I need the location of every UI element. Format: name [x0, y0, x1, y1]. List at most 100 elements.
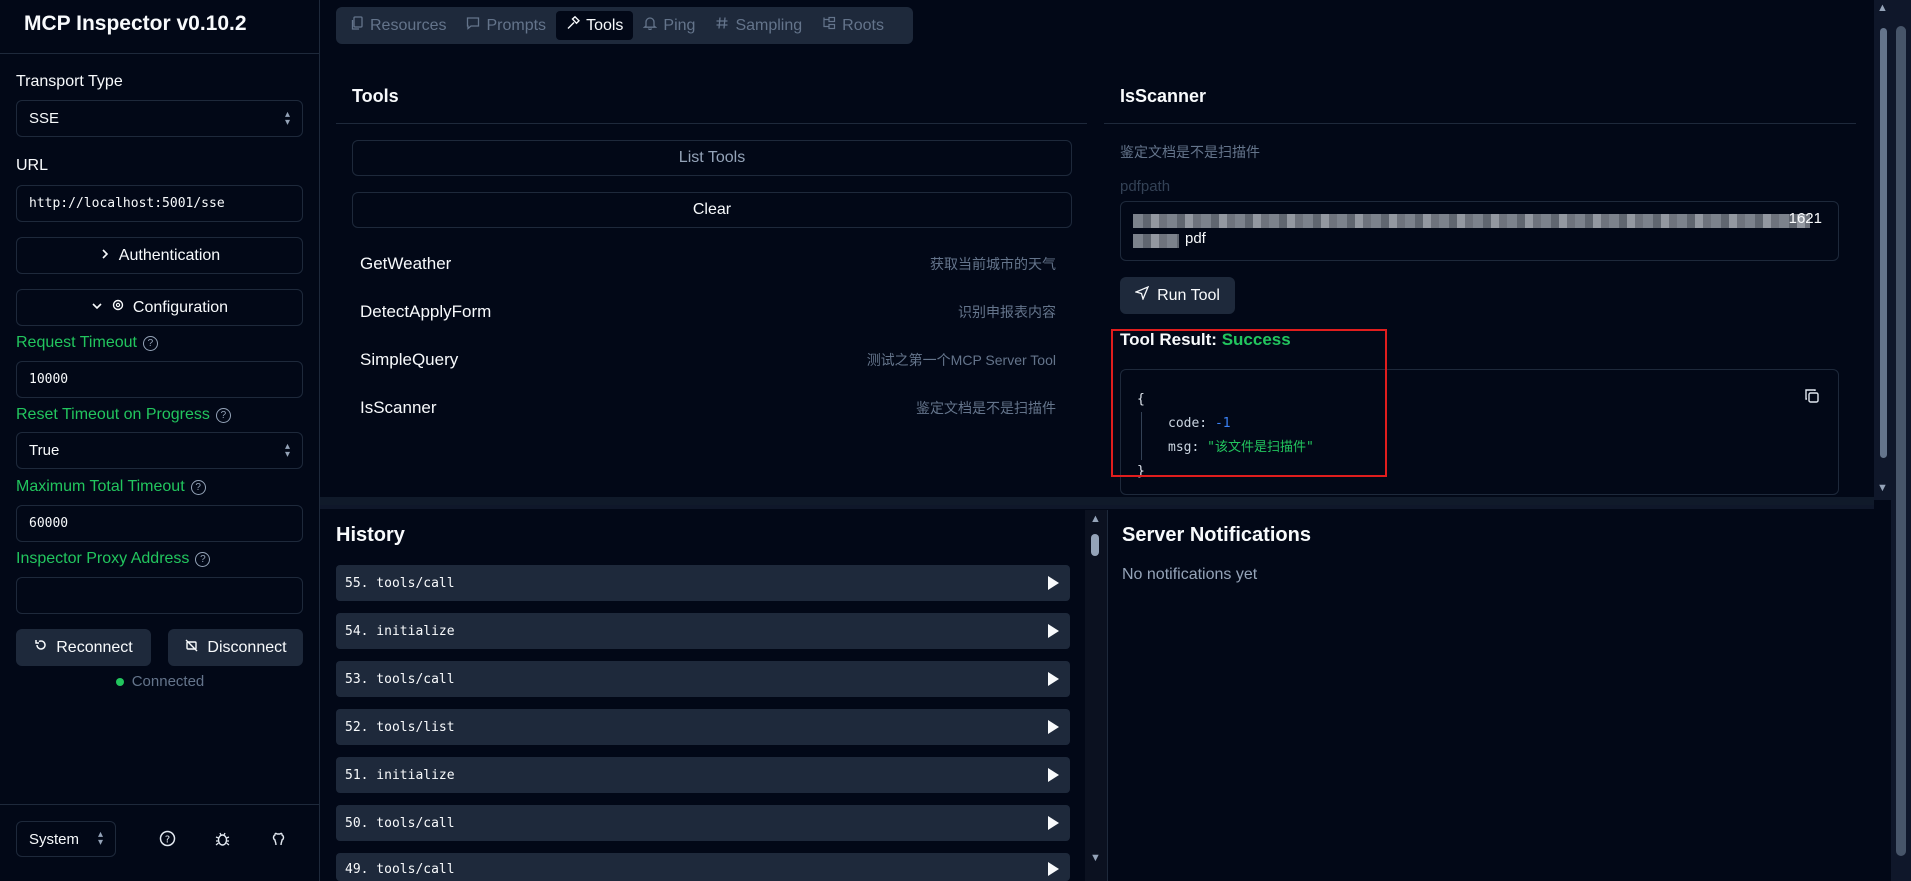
- panel-resize-handle-edge: [320, 505, 1874, 509]
- authentication-label: Authentication: [118, 246, 221, 264]
- url-input[interactable]: http://localhost:5001/sse: [16, 185, 303, 222]
- tool-result-status: Success: [1221, 330, 1291, 349]
- transport-type-value: SSE: [29, 110, 60, 127]
- history-item[interactable]: 55. tools/call: [336, 565, 1070, 601]
- scroll-up-arrow-icon[interactable]: ▲: [1877, 2, 1888, 14]
- copy-icon[interactable]: [1804, 388, 1822, 406]
- json-value-code: -1: [1214, 416, 1231, 431]
- help-circle-icon[interactable]: ?: [157, 828, 177, 848]
- status-dot-icon: [115, 677, 124, 686]
- window-scrollbar-thumb[interactable]: [1896, 26, 1906, 856]
- play-icon[interactable]: [1048, 816, 1059, 830]
- scroll-down-arrow-icon[interactable]: ▼: [1877, 482, 1888, 494]
- json-key-code: code:: [1168, 416, 1208, 431]
- tool-result-label: Tool Result:: [1120, 330, 1217, 349]
- help-icon[interactable]: ?: [190, 479, 206, 495]
- play-icon[interactable]: [1048, 624, 1059, 638]
- pdfpath-textarea[interactable]: 1621 pdf: [1120, 201, 1839, 261]
- play-icon[interactable]: [1048, 768, 1059, 782]
- tab-sampling[interactable]: Sampling: [705, 11, 812, 40]
- tool-item[interactable]: GetWeather 获取当前城市的天气: [352, 246, 1064, 282]
- history-item-label: 52. tools/list: [345, 719, 455, 735]
- request-timeout-label: Request Timeout ?: [16, 334, 158, 352]
- tab-tools[interactable]: Tools: [556, 11, 634, 40]
- sidebar-divider: [0, 53, 319, 54]
- proxy-address-text: Inspector Proxy Address: [16, 550, 190, 567]
- list-tools-button[interactable]: List Tools: [352, 140, 1072, 176]
- tool-name: DetectApplyForm: [360, 302, 492, 321]
- play-icon[interactable]: [1048, 672, 1059, 686]
- reconnect-button[interactable]: Reconnect: [16, 629, 151, 666]
- disconnect-label: Disconnect: [207, 638, 287, 656]
- history-item-label: 51. initialize: [345, 767, 455, 783]
- tab-bar: Resources Prompts Tools Ping Sampling Ro…: [336, 7, 913, 44]
- main-scrollbar-thumb[interactable]: [1880, 28, 1887, 458]
- run-tool-label: Run Tool: [1157, 286, 1220, 304]
- history-item[interactable]: 53. tools/call: [336, 661, 1070, 697]
- history-notifications-divider: [1107, 510, 1108, 881]
- play-icon[interactable]: [1048, 576, 1059, 590]
- history-item[interactable]: 49. tools/call: [336, 853, 1070, 881]
- tab-resources[interactable]: Resources: [341, 11, 456, 40]
- transport-type-select[interactable]: SSE ▴ ▾: [16, 100, 303, 137]
- history-item[interactable]: 51. initialize: [336, 757, 1070, 793]
- scroll-up-arrow-icon[interactable]: ▲: [1090, 513, 1101, 525]
- play-icon[interactable]: [1048, 862, 1059, 876]
- tool-item[interactable]: IsScanner 鉴定文档是不是扫描件: [352, 390, 1064, 426]
- tab-prompts[interactable]: Prompts: [456, 11, 556, 40]
- help-icon[interactable]: ?: [142, 335, 158, 351]
- authentication-button[interactable]: Authentication: [16, 237, 303, 274]
- clear-button[interactable]: Clear: [352, 192, 1072, 228]
- history-item-label: 53. tools/call: [345, 671, 455, 687]
- history-item[interactable]: 52. tools/list: [336, 709, 1070, 745]
- github-icon[interactable]: [268, 828, 288, 848]
- tab-roots[interactable]: Roots: [812, 11, 894, 40]
- request-timeout-input[interactable]: 10000: [16, 361, 303, 398]
- server-notifications-title: Server Notifications: [1122, 524, 1311, 546]
- send-icon: [1134, 285, 1150, 305]
- max-timeout-input[interactable]: 60000: [16, 505, 303, 542]
- tab-roots-label: Roots: [842, 16, 884, 34]
- tool-result-heading: Tool Result: Success: [1120, 330, 1291, 350]
- request-timeout-text: Request Timeout: [16, 334, 137, 351]
- run-tool-button[interactable]: Run Tool: [1120, 277, 1235, 314]
- help-icon[interactable]: ?: [195, 551, 211, 567]
- history-scrollbar-thumb[interactable]: [1091, 534, 1099, 556]
- theme-select[interactable]: System ▴ ▾: [16, 821, 116, 857]
- tool-description: 测试之第一个MCP Server Tool: [866, 352, 1056, 368]
- connection-status: Connected: [0, 673, 320, 690]
- scroll-down-arrow-icon[interactable]: ▼: [1090, 852, 1101, 864]
- history-item-label: 55. tools/call: [345, 575, 455, 591]
- hammer-icon: [566, 15, 581, 35]
- bug-icon[interactable]: [212, 828, 232, 848]
- tab-ping[interactable]: Ping: [633, 11, 705, 40]
- play-icon[interactable]: [1048, 720, 1059, 734]
- tool-item[interactable]: SimpleQuery 测试之第一个MCP Server Tool: [352, 342, 1064, 378]
- tool-description: 获取当前城市的天气: [930, 256, 1056, 272]
- configuration-button[interactable]: Configuration: [16, 289, 303, 326]
- reset-timeout-text: Reset Timeout on Progress: [16, 406, 210, 423]
- reset-timeout-select[interactable]: True ▴ ▾: [16, 432, 303, 469]
- unplug-icon: [184, 638, 199, 658]
- proxy-address-input[interactable]: [16, 577, 303, 614]
- history-scrollbar[interactable]: [1085, 510, 1107, 881]
- disconnect-button[interactable]: Disconnect: [168, 629, 303, 666]
- notifications-empty-text: No notifications yet: [1122, 566, 1258, 583]
- hash-icon: [715, 16, 729, 35]
- tool-name: SimpleQuery: [360, 350, 459, 369]
- connection-status-text: Connected: [131, 673, 205, 690]
- pdfpath-value-extension: pdf: [1185, 230, 1206, 247]
- history-item[interactable]: 50. tools/call: [336, 805, 1070, 841]
- redacted-path-segment: [1133, 214, 1810, 228]
- chevrons-up-down-icon: ▴ ▾: [97, 829, 103, 848]
- history-item[interactable]: 54. initialize: [336, 613, 1070, 649]
- help-icon[interactable]: ?: [215, 407, 231, 423]
- theme-value: System: [29, 830, 80, 848]
- json-value-msg: "该文件是扫描件": [1207, 440, 1314, 455]
- tool-item[interactable]: DetectApplyForm 识别申报表内容: [352, 294, 1064, 330]
- sidebar: MCP Inspector v0.10.2 Transport Type SSE…: [0, 0, 320, 881]
- tools-panel-title: Tools: [352, 86, 399, 106]
- tab-prompts-label: Prompts: [486, 16, 547, 34]
- chevron-down-icon: [91, 299, 103, 317]
- tool-detail-description: 鉴定文档是不是扫描件: [1120, 144, 1260, 160]
